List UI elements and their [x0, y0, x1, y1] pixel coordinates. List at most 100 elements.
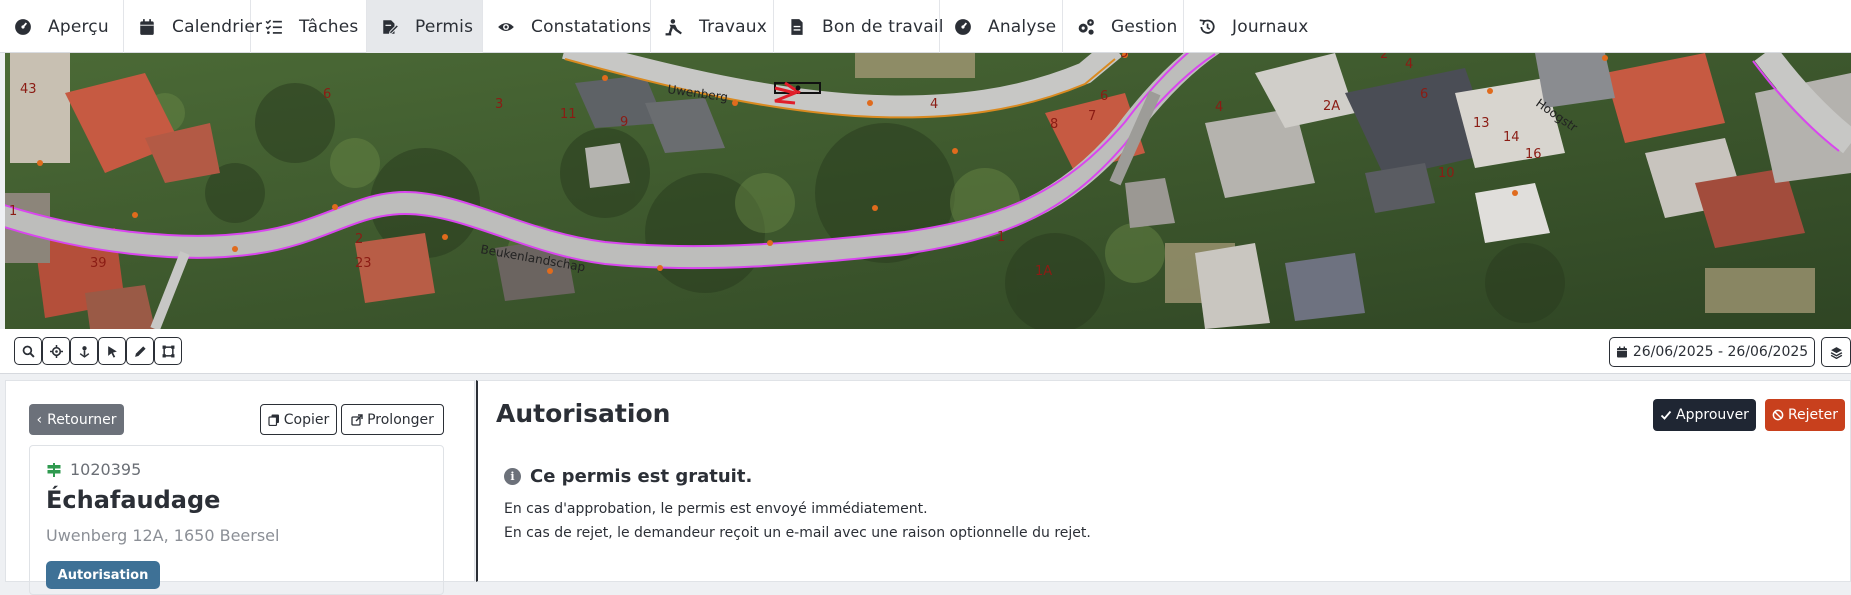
map-view[interactable]: Uwenberg Beukenlandschap Hoogstr 43 6 3 … — [5, 53, 1851, 329]
layers-button[interactable] — [1821, 337, 1851, 367]
house-number: 10 — [1438, 166, 1455, 181]
calendar-icon — [1616, 346, 1627, 358]
house-number: 16 — [1525, 147, 1542, 162]
extend-label: Prolonger — [367, 411, 434, 428]
date-range-label: 26/06/2025 - 26/06/2025 — [1632, 344, 1809, 360]
share-icon — [351, 413, 363, 426]
pencil-icon — [134, 345, 146, 357]
history-icon — [1198, 18, 1216, 36]
worker-icon — [665, 18, 683, 36]
house-number: 1 — [9, 204, 17, 219]
pointer-icon — [107, 345, 117, 358]
calendar-icon — [138, 18, 156, 36]
reject-label: Rejeter — [1787, 407, 1839, 423]
search-button[interactable] — [14, 337, 42, 365]
house-number: 2 — [355, 232, 363, 247]
house-number: 7 — [1088, 109, 1096, 124]
copy-label: Copier — [283, 411, 330, 428]
chevron-left-icon: ‹ — [36, 411, 43, 428]
polygon-button[interactable] — [154, 337, 182, 365]
copy-icon — [268, 414, 279, 426]
house-number: 4 — [930, 97, 938, 112]
pin-button[interactable] — [70, 337, 98, 365]
house-number: 3 — [1240, 53, 1248, 57]
nav-item-analyse[interactable]: Analyse — [940, 0, 1063, 53]
permit-id: 1020395 — [46, 460, 141, 479]
house-number: 4 — [1405, 57, 1413, 72]
polygon-icon — [162, 345, 174, 357]
house-number: 14 — [1503, 130, 1520, 145]
house-number: 2 — [1380, 53, 1388, 62]
nav-item-constatations[interactable]: Constatations — [483, 0, 651, 53]
nav-item-gestion[interactable]: Gestion — [1063, 0, 1184, 53]
nav-label: Tâches — [299, 16, 359, 37]
house-number: 1A — [1035, 264, 1052, 279]
house-number: 5 — [840, 53, 848, 57]
nav-item-journaux[interactable]: Journaux — [1184, 0, 1324, 53]
house-number: 6 — [323, 87, 331, 102]
reject-button[interactable]: Rejeter — [1765, 399, 1845, 431]
main-nav: Aperçu Calendrier Tâches Permis Constata… — [0, 0, 1851, 53]
locate-button[interactable] — [42, 337, 70, 365]
house-number: 1 — [997, 230, 1005, 245]
house-number: 39 — [90, 256, 107, 271]
nav-item-travaux[interactable]: Travaux — [651, 0, 774, 53]
gauge-icon — [14, 18, 32, 36]
house-number: 6 — [1420, 87, 1428, 102]
copy-button[interactable]: Copier — [260, 404, 337, 435]
info-title: Ce permis est gratuit. — [530, 466, 753, 487]
approve-button[interactable]: Approuver — [1653, 399, 1756, 431]
nav-label: Bon de travail — [822, 16, 944, 37]
check-icon — [1660, 410, 1672, 420]
nav-label: Gestion — [1111, 16, 1178, 37]
back-label: Retourner — [47, 411, 117, 428]
approve-label: Approuver — [1676, 407, 1749, 423]
info-line: En cas de rejet, le demandeur reçoit un … — [504, 525, 1091, 541]
ban-icon — [1772, 409, 1784, 421]
house-number: 2A — [1323, 99, 1340, 114]
nav-item-bon-de-travail[interactable]: Bon de travail — [774, 0, 944, 53]
crosshair-icon — [49, 344, 63, 358]
nav-item-permis[interactable]: Permis — [367, 0, 483, 53]
house-number: 11 — [560, 107, 577, 122]
house-number: 23 — [355, 256, 372, 271]
nav-label: Permis — [415, 16, 474, 37]
eye-icon — [497, 18, 515, 36]
layers-icon — [1830, 346, 1842, 359]
draw-button[interactable] — [126, 337, 154, 365]
pin-icon — [79, 345, 89, 358]
gauge-icon — [954, 18, 972, 36]
house-number: 13 — [1473, 116, 1490, 131]
nav-label: Analyse — [988, 16, 1057, 37]
status-badge: Autorisation — [46, 561, 160, 589]
house-number: 6 — [1100, 89, 1108, 104]
permit-address: Uwenberg 12A, 1650 Beersel — [46, 526, 280, 545]
nav-item-calendrier[interactable]: Calendrier — [124, 0, 262, 53]
info-line: En cas d'approbation, le permis est envo… — [504, 501, 928, 517]
house-number: 43 — [20, 82, 37, 97]
date-range-button[interactable]: 26/06/2025 - 26/06/2025 — [1609, 337, 1815, 367]
permit-title: Échafaudage — [46, 486, 221, 514]
nav-label: Calendrier — [172, 16, 263, 37]
nav-item-taches[interactable]: Tâches — [251, 0, 367, 53]
extend-button[interactable]: Prolonger — [341, 404, 444, 435]
nav-label: Aperçu — [48, 16, 109, 37]
permit-summary-panel: ‹ Retourner Copier Prolonger 1020395 Éch… — [5, 380, 475, 595]
nav-label: Constatations — [531, 16, 652, 37]
tasks-icon — [265, 18, 283, 36]
back-button[interactable]: ‹ Retourner — [29, 404, 124, 435]
house-number: 3 — [495, 97, 503, 112]
aerial-map[interactable]: Uwenberg Beukenlandschap Hoogstr 43 6 3 … — [5, 53, 1851, 329]
document-icon — [788, 18, 806, 36]
permit-card: 1020395 Échafaudage Uwenberg 12A, 1650 B… — [29, 445, 444, 595]
house-number: 4 — [1215, 100, 1223, 115]
nav-label: Journaux — [1232, 16, 1309, 37]
page-title: Autorisation — [496, 399, 671, 428]
permit-icon — [381, 18, 399, 36]
house-number: 9 — [620, 115, 628, 130]
nav-item-apercu[interactable]: Aperçu — [0, 0, 124, 53]
select-button[interactable] — [98, 337, 126, 365]
nav-label: Travaux — [699, 16, 768, 37]
info-heading: i Ce permis est gratuit. — [504, 466, 752, 487]
search-icon — [22, 345, 35, 358]
